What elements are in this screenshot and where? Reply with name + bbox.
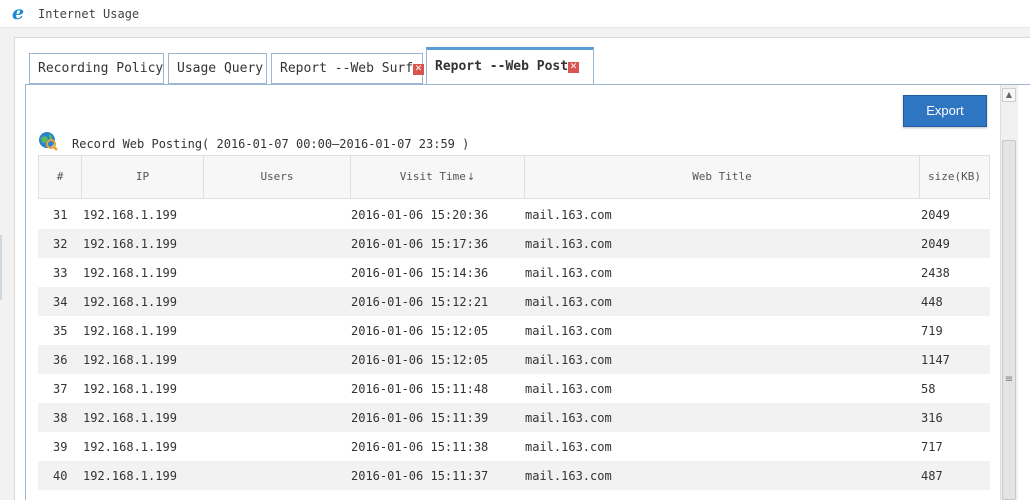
table-row[interactable]: 35 192.168.1.199 2016-01-06 15:12:05 mail.1… <box>38 316 990 345</box>
row-size: 1147 <box>921 353 950 367</box>
ie-icon: e <box>12 2 25 24</box>
row-visit-time: 2016-01-06 15:14:36 <box>351 266 489 280</box>
record-title: Record Web Posting( 2016-01-07 00:00—201… <box>72 137 470 151</box>
row-web-title: mail.163.com <box>525 208 612 222</box>
row-web-title: mail.163.com <box>525 237 612 251</box>
title-bar: e Internet Usage <box>0 0 1030 28</box>
row-visit-time: 2016-01-06 15:11:48 <box>351 382 489 396</box>
tab-report-web-post[interactable]: Report --Web Post ✕ <box>426 47 594 85</box>
row-web-title: mail.163.com <box>525 353 612 367</box>
row-size: 717 <box>921 440 943 454</box>
table-row[interactable]: 38 192.168.1.199 2016-01-06 15:11:39 mail.1… <box>38 403 990 432</box>
row-web-title: mail.163.com <box>525 469 612 483</box>
row-ip: 192.168.1.199 <box>83 324 177 338</box>
tab-report-web-surf[interactable]: Report --Web Surf ✕ <box>271 53 425 84</box>
row-number: 34 <box>53 295 68 309</box>
row-number: 31 <box>53 208 68 222</box>
row-size: 2049 <box>921 208 950 222</box>
tab-usage-query[interactable]: Usage Query <box>168 53 267 84</box>
col-visit-time-label: Visit Time <box>399 170 466 183</box>
export-button[interactable]: Export <box>903 95 987 127</box>
table-row[interactable]: 32 192.168.1.199 2016-01-06 15:17:36 mail.1… <box>38 229 990 258</box>
row-number: 36 <box>53 353 68 367</box>
row-visit-time: 2016-01-06 15:11:37 <box>351 469 489 483</box>
row-number: 39 <box>53 440 68 454</box>
row-size: 719 <box>921 324 943 338</box>
col-size-label: size(KB) <box>928 170 981 183</box>
row-size: 2438 <box>921 266 950 280</box>
table-row[interactable]: 34 192.168.1.199 2016-01-06 15:12:21 mail.1… <box>38 287 990 316</box>
globe-search-icon <box>39 132 58 151</box>
col-number-label: # <box>56 170 64 183</box>
col-visit-time[interactable]: Visit Time↓ <box>351 156 525 198</box>
close-icon[interactable]: ✕ <box>413 64 425 75</box>
row-visit-time: 2016-01-06 15:12:21 <box>351 295 489 309</box>
row-visit-time: 2016-01-06 15:20:36 <box>351 208 489 222</box>
table-header: # IP Users Visit Time↓ Web Title size(KB… <box>38 155 990 199</box>
row-ip: 192.168.1.199 <box>83 266 177 280</box>
col-size[interactable]: size(KB) <box>920 156 989 198</box>
tab-label: Report --Web Post <box>435 59 569 74</box>
row-visit-time: 2016-01-06 15:17:36 <box>351 237 489 251</box>
row-visit-time: 2016-01-06 15:11:39 <box>351 411 489 425</box>
row-ip: 192.168.1.199 <box>83 411 177 425</box>
tab-label: Report --Web Surf <box>280 61 414 76</box>
row-number: 38 <box>53 411 68 425</box>
row-web-title: mail.163.com <box>525 295 612 309</box>
row-ip: 192.168.1.199 <box>83 208 177 222</box>
sort-down-icon: ↓ <box>466 172 476 183</box>
records-table: # IP Users Visit Time↓ Web Title size(KB… <box>38 155 990 500</box>
col-users[interactable]: Users <box>204 156 351 198</box>
table-row[interactable]: 33 192.168.1.199 2016-01-06 15:14:36 mail.1… <box>38 258 990 287</box>
col-web-title-label: Web Title <box>692 170 752 183</box>
row-ip: 192.168.1.199 <box>83 353 177 367</box>
row-ip: 192.168.1.199 <box>83 382 177 396</box>
row-number: 35 <box>53 324 68 338</box>
app-title: Internet Usage <box>38 7 140 21</box>
scrollbar-thumb[interactable] <box>1002 140 1016 500</box>
col-web-title[interactable]: Web Title <box>525 156 920 198</box>
row-size: 448 <box>921 295 943 309</box>
row-number: 32 <box>53 237 68 251</box>
row-visit-time: 2016-01-06 15:12:05 <box>351 324 489 338</box>
col-number[interactable]: # <box>39 156 82 198</box>
row-web-title: mail.163.com <box>525 440 612 454</box>
row-web-title: mail.163.com <box>525 382 612 396</box>
row-size: 58 <box>921 382 936 396</box>
row-ip: 192.168.1.199 <box>83 469 177 483</box>
row-number: 37 <box>53 382 68 396</box>
row-ip: 192.168.1.199 <box>83 295 177 309</box>
row-visit-time: 2016-01-06 15:11:38 <box>351 440 489 454</box>
row-web-title: mail.163.com <box>525 324 612 338</box>
close-icon[interactable]: ✕ <box>568 62 580 73</box>
row-number: 33 <box>53 266 68 280</box>
table-row[interactable]: 37 192.168.1.199 2016-01-06 15:11:48 mail.1… <box>38 374 990 403</box>
table-row[interactable]: 39 192.168.1.199 2016-01-06 15:11:38 mail.1… <box>38 432 990 461</box>
table-row[interactable]: 40 192.168.1.199 2016-01-06 15:11:37 mail.1… <box>38 461 990 490</box>
col-ip-label: IP <box>135 170 150 183</box>
col-ip[interactable]: IP <box>82 156 204 198</box>
scroll-up-arrow-icon[interactable]: ▲ <box>1002 88 1016 102</box>
row-web-title: mail.163.com <box>525 266 612 280</box>
scroll-grip-icon: ≡ <box>1004 374 1014 385</box>
row-size: 487 <box>921 469 943 483</box>
left-edge-divider <box>0 235 2 300</box>
col-users-label: Users <box>260 170 294 183</box>
tab-label: Usage Query <box>177 61 264 76</box>
table-row[interactable]: 31 192.168.1.199 2016-01-06 15:20:36 mail.1… <box>38 200 990 229</box>
row-ip: 192.168.1.199 <box>83 237 177 251</box>
table-row[interactable]: 36 192.168.1.199 2016-01-06 15:12:05 mail.1… <box>38 345 990 374</box>
row-size: 316 <box>921 411 943 425</box>
row-web-title: mail.163.com <box>525 411 612 425</box>
row-size: 2049 <box>921 237 950 251</box>
tab-label: Recording Policy <box>38 61 164 76</box>
row-number: 40 <box>53 469 68 483</box>
row-ip: 192.168.1.199 <box>83 440 177 454</box>
row-visit-time: 2016-01-06 15:12:05 <box>351 353 489 367</box>
tab-recording-policy[interactable]: Recording Policy <box>29 53 164 84</box>
